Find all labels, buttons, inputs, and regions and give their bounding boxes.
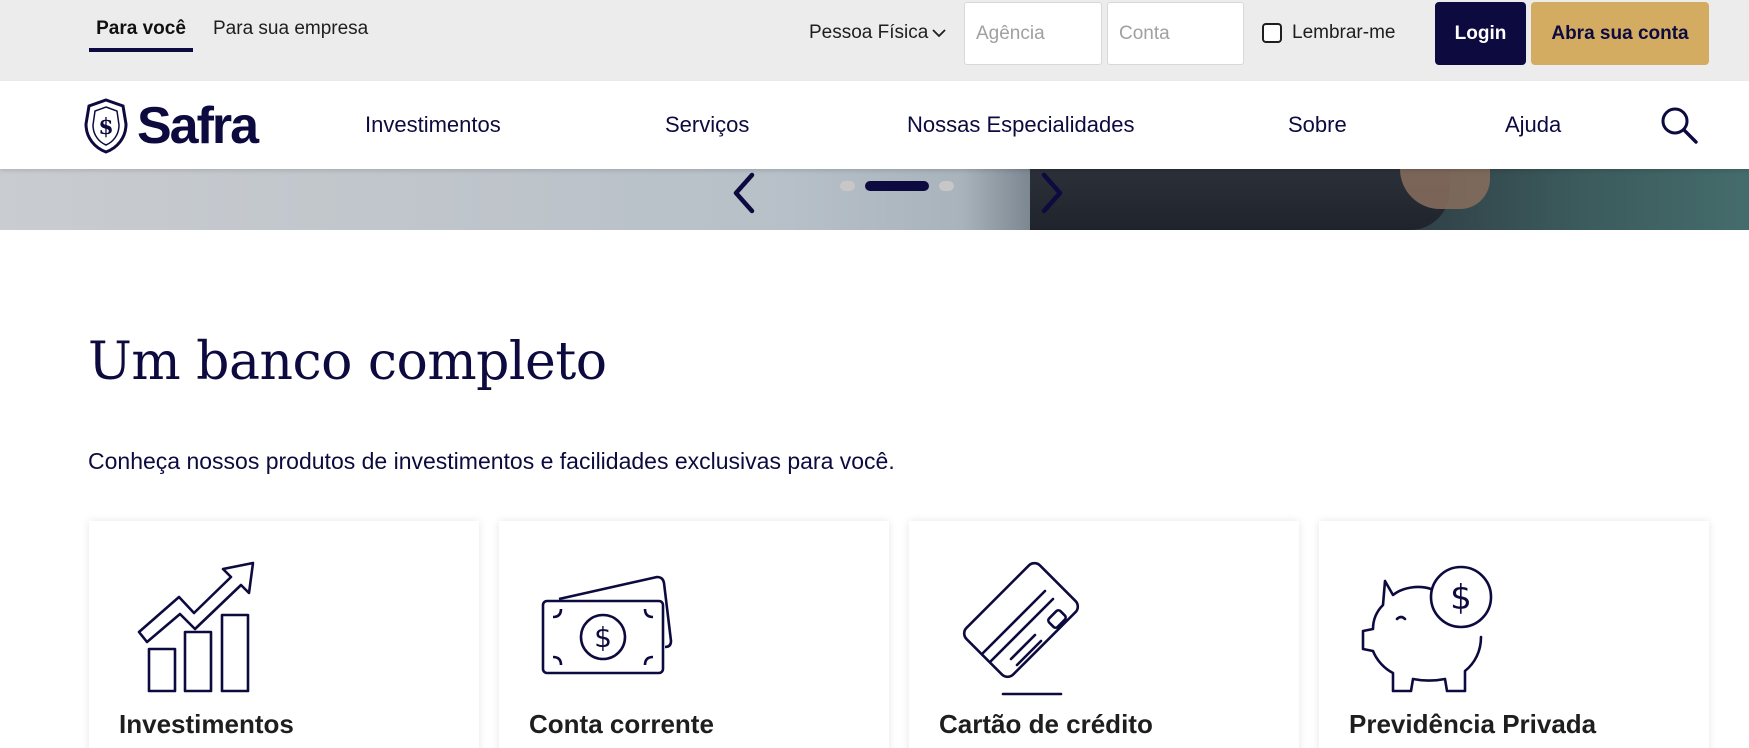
product-card-investimentos[interactable]: Investimentos [89,521,479,748]
section-title: Um banco completo [88,332,607,392]
card-title-cartao-de-credito: Cartão de crédito [939,709,1153,739]
top-utility-bar: Para você Para sua empresa Pessoa Física… [0,0,1749,81]
remember-me[interactable]: Lembrar-me [1262,22,1395,44]
tab-para-voce[interactable]: Para você [89,18,193,52]
svg-text:$: $ [1450,578,1472,618]
carousel-dot-1[interactable] [840,181,855,191]
product-card-previdencia-privada[interactable]: $ Previdência Privada [1319,521,1709,748]
card-title-previdencia-privada: Previdência Privada [1349,709,1597,739]
cash-icon: $ [541,575,673,675]
carousel-dot-2[interactable] [865,181,929,191]
svg-text:$: $ [98,114,113,140]
hero-image-suit [1030,169,1450,230]
safra-crest-icon: $ [84,98,128,154]
nav-item-sobre[interactable]: Sobre [1288,112,1347,138]
chevron-down-icon [932,29,946,38]
credit-card-icon [962,561,1080,696]
person-type-select[interactable]: Pessoa Física [809,22,946,44]
piggy-bank-icon: $ [1361,565,1493,693]
nav-item-servicos[interactable]: Serviços [665,112,749,138]
product-card-conta-corrente[interactable]: $ Conta corrente [499,521,889,748]
card-title-conta-corrente: Conta corrente [529,709,714,739]
carousel-dots [840,181,954,191]
search-icon[interactable] [1660,106,1698,144]
growth-chart-icon [137,561,255,693]
brand-wordmark: Safra [137,97,259,155]
product-card-cartao-de-credito[interactable]: Cartão de crédito [909,521,1299,748]
card-title-investimentos: Investimentos [119,709,294,739]
conta-input[interactable] [1107,2,1244,65]
person-type-label: Pessoa Física [809,22,929,43]
carousel-dot-3[interactable] [939,181,954,191]
chevron-right-icon[interactable] [1036,171,1066,215]
svg-text:$: $ [594,621,612,654]
brand-logo[interactable]: $ Safra [83,96,259,156]
remember-checkbox[interactable] [1262,23,1282,43]
remember-label: Lembrar-me [1292,22,1396,43]
main-nav: $ Safra Investimentos Serviços Nossas Es… [0,81,1749,169]
section-subtitle: Conheça nossos produtos de investimentos… [88,448,895,474]
nav-item-ajuda[interactable]: Ajuda [1505,112,1561,138]
agencia-input[interactable] [964,2,1102,65]
open-account-button[interactable]: Abra sua conta [1531,2,1709,65]
tab-para-sua-empresa[interactable]: Para sua empresa [213,18,368,40]
hero-carousel [0,169,1749,230]
chevron-left-icon[interactable] [730,171,760,215]
nav-item-investimentos[interactable]: Investimentos [365,112,501,138]
nav-item-nossas-especialidades[interactable]: Nossas Especialidades [907,112,1134,138]
login-button[interactable]: Login [1435,2,1526,65]
